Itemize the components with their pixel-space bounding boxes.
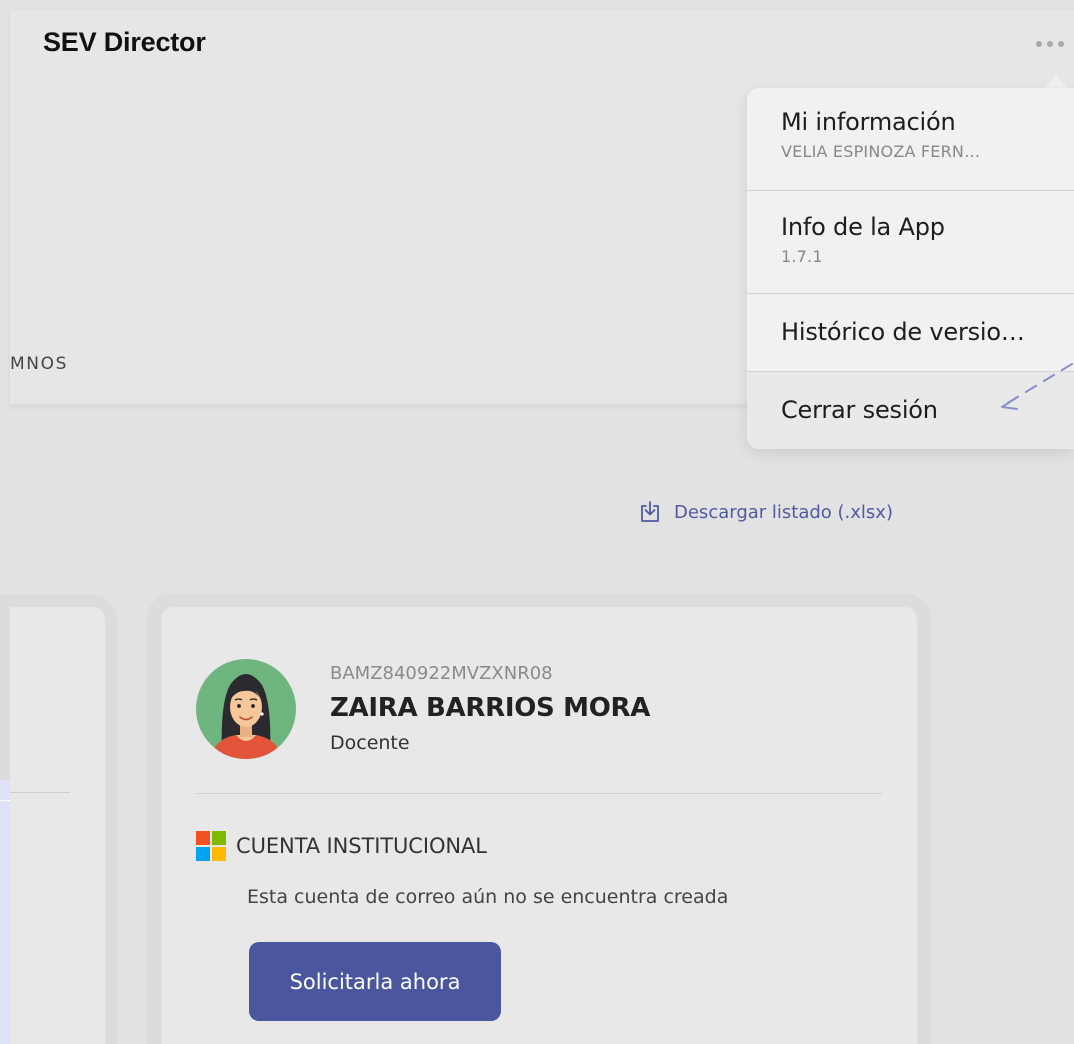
menu-item-label: Cerrar sesión	[781, 396, 938, 424]
institutional-account-heading: CUENTA INSTITUCIONAL	[196, 831, 487, 861]
more-options-icon	[1036, 41, 1042, 47]
more-options-icon	[1047, 41, 1053, 47]
tab-alumnos[interactable]: MNOS	[10, 354, 68, 374]
institutional-account-title: CUENTA INSTITUCIONAL	[236, 834, 487, 858]
more-options-button[interactable]	[1036, 28, 1074, 60]
card-divider	[196, 793, 882, 794]
account-status-message: Esta cuenta de correo aún no se encuentr…	[247, 886, 729, 908]
menu-item-version-history[interactable]: Histórico de versio…	[747, 294, 1074, 371]
side-accent-strip	[0, 780, 10, 1044]
menu-item-sublabel: 1.7.1	[781, 247, 823, 266]
person-role: Docente	[330, 732, 410, 754]
menu-item-sublabel: VELIA ESPINOZA FERN…	[781, 142, 981, 161]
person-card-partial	[10, 607, 105, 1044]
download-list-label: Descargar listado (.xlsx)	[674, 501, 893, 523]
microsoft-logo-icon	[196, 831, 226, 861]
female-avatar-icon	[196, 659, 296, 759]
person-card: BAMZ840922MVZXNR08 ZAIRA BARRIOS MORA Do…	[161, 607, 917, 1044]
person-id-code: BAMZ840922MVZXNR08	[330, 663, 553, 684]
menu-item-label: Histórico de versio…	[781, 318, 1025, 346]
menu-item-my-info[interactable]: Mi información VELIA ESPINOZA FERN…	[747, 88, 1074, 190]
person-name: ZAIRA BARRIOS MORA	[330, 693, 651, 723]
menu-item-label: Mi información	[781, 108, 956, 136]
menu-item-app-info[interactable]: Info de la App 1.7.1	[747, 191, 1074, 293]
download-list-link[interactable]: Descargar listado (.xlsx)	[638, 500, 893, 524]
card-divider	[10, 792, 70, 793]
page-title: SEV Director	[43, 27, 206, 57]
menu-item-label: Info de la App	[781, 213, 945, 241]
options-dropdown-menu: Mi información VELIA ESPINOZA FERN… Info…	[747, 88, 1074, 449]
request-account-button[interactable]: Solicitarla ahora	[249, 942, 501, 1021]
menu-item-logout[interactable]: Cerrar sesión	[747, 372, 1074, 449]
download-icon	[638, 500, 662, 524]
more-options-icon	[1058, 41, 1064, 47]
